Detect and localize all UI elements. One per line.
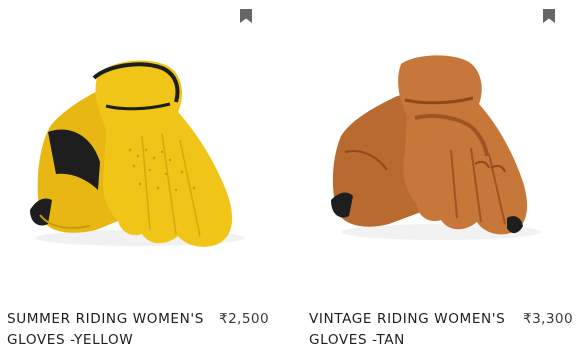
product-name[interactable]: VINTAGE RIDING WOMEN'S GLOVES -TAN: [309, 309, 514, 351]
product-card[interactable]: VINTAGE RIDING WOMEN'S GLOVES -TAN ₹3,30…: [301, 0, 578, 356]
product-name[interactable]: SUMMER RIDING WOMEN'S GLOVES -YELLOW: [7, 309, 212, 351]
bookmark-icon[interactable]: [240, 9, 252, 23]
product-info: VINTAGE RIDING WOMEN'S GLOVES -TAN ₹3,30…: [309, 309, 574, 351]
product-card[interactable]: SUMMER RIDING WOMEN'S GLOVES -YELLOW ₹2,…: [0, 0, 289, 356]
yellow-glove-pair-icon[interactable]: [0, 40, 289, 255]
product-grid: SUMMER RIDING WOMEN'S GLOVES -YELLOW ₹2,…: [0, 0, 578, 356]
bookmark-icon[interactable]: [543, 9, 555, 23]
product-info: SUMMER RIDING WOMEN'S GLOVES -YELLOW ₹2,…: [7, 309, 285, 351]
tan-glove-pair-icon[interactable]: [301, 40, 578, 255]
product-price: ₹3,300: [523, 311, 573, 327]
product-price: ₹2,500: [219, 311, 269, 327]
